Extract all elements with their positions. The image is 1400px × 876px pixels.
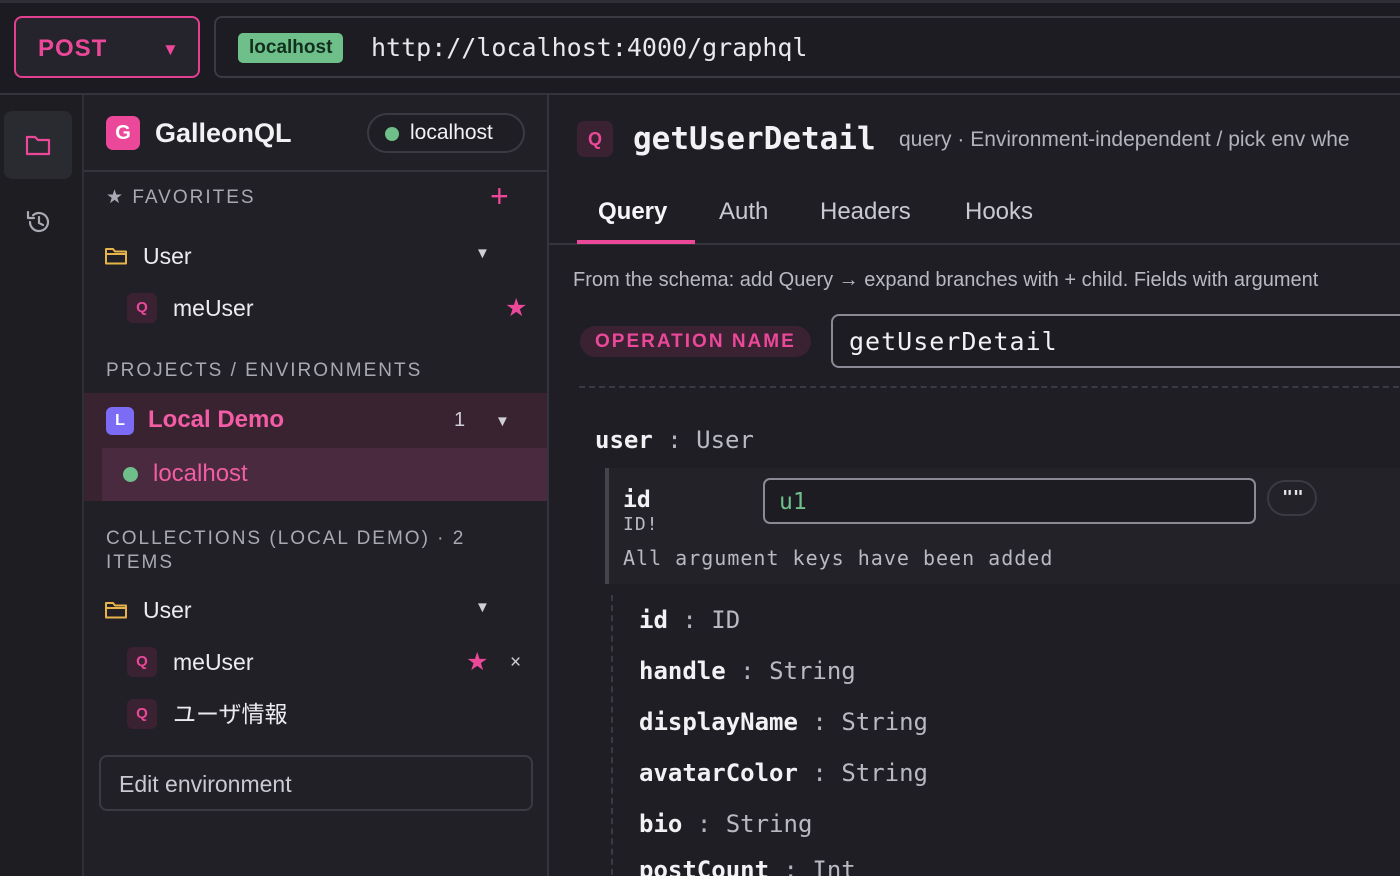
project-local-demo[interactable]: L Local Demo 1 ▼ localhost bbox=[84, 393, 547, 501]
schema-hint: From the schema: add Query → expand bran… bbox=[573, 269, 1319, 291]
collection-item-meuser[interactable]: Q meUser ★ × bbox=[84, 637, 547, 687]
divider bbox=[579, 386, 1400, 388]
collection-item-label: ユーザ情報 bbox=[173, 701, 288, 727]
tab-auth[interactable]: Auth bbox=[719, 197, 768, 227]
operation-name-value: getUserDetail bbox=[849, 327, 1058, 356]
collection-item-user-info[interactable]: Q ユーザ情報 bbox=[84, 689, 547, 739]
rail-collections-button[interactable] bbox=[4, 111, 72, 179]
history-icon bbox=[26, 210, 50, 233]
operation-meta: query · Environment-independent / pick e… bbox=[899, 128, 1350, 151]
child-fields: id : ID handle : String displayName : St… bbox=[611, 595, 1400, 876]
status-dot-icon bbox=[123, 467, 138, 482]
query-badge: Q bbox=[127, 293, 157, 323]
child-field-row[interactable]: handle : String bbox=[639, 656, 856, 686]
rail-history-button[interactable] bbox=[4, 187, 72, 255]
folder-icon bbox=[105, 248, 127, 265]
folder-icon bbox=[105, 602, 127, 619]
argument-panel: id ID! u1 "" All argument keys have been… bbox=[605, 468, 1400, 584]
field-name: user bbox=[595, 426, 653, 454]
star-filled-icon[interactable]: ★ bbox=[505, 293, 527, 323]
argument-type: ID! bbox=[623, 514, 659, 535]
field-separator: : bbox=[667, 426, 682, 454]
operation-header: Q getUserDetail query · Environment-inde… bbox=[577, 119, 1400, 159]
favorites-folder-user[interactable]: User ▼ bbox=[84, 231, 547, 281]
folder-label: User bbox=[143, 597, 192, 623]
environment-label: localhost bbox=[153, 460, 248, 487]
project-env-count: 1 bbox=[454, 409, 466, 431]
star-icon: ★ bbox=[106, 187, 126, 208]
favorites-title: ★ FAVORITES bbox=[106, 187, 256, 208]
query-badge: Q bbox=[127, 647, 157, 677]
child-field-row[interactable]: avatarColor : String bbox=[639, 758, 928, 788]
active-tab-indicator bbox=[577, 240, 695, 244]
operation-name-input[interactable]: getUserDetail bbox=[831, 314, 1400, 368]
argument-name: id bbox=[623, 487, 651, 513]
tab-headers[interactable]: Headers bbox=[820, 197, 911, 227]
tab-query[interactable]: Query bbox=[598, 197, 667, 227]
chevron-down-icon: ▼ bbox=[162, 40, 179, 59]
argument-value: u1 bbox=[779, 489, 807, 515]
argument-value-input[interactable]: u1 bbox=[763, 478, 1256, 524]
env-pill-label: localhost bbox=[410, 121, 493, 144]
query-badge: Q bbox=[127, 699, 157, 729]
argument-note: All argument keys have been added bbox=[623, 546, 1054, 570]
child-field-row[interactable]: id : ID bbox=[639, 605, 740, 635]
child-field-row[interactable]: postCount : Int bbox=[639, 855, 856, 876]
chevron-down-icon: ▼ bbox=[475, 245, 490, 262]
brand-header: G GalleonQL localhost bbox=[84, 95, 547, 172]
request-tabs: Query Auth Headers Hooks bbox=[549, 187, 1400, 245]
collections-title: COLLECTIONS (LOCAL DEMO) · 2 ITEMS bbox=[106, 528, 466, 573]
root-field-user[interactable]: user : User bbox=[595, 425, 754, 455]
sidebar: G GalleonQL localhost ★ FAVORITES + User… bbox=[84, 95, 549, 876]
close-icon[interactable]: × bbox=[510, 648, 521, 678]
favorite-item-meuser[interactable]: Q meUser ★ bbox=[84, 283, 547, 333]
collections-folder-user[interactable]: User ▼ bbox=[84, 585, 547, 635]
operation-name-label: OPERATION NAME bbox=[580, 326, 811, 357]
query-badge: Q bbox=[577, 121, 613, 157]
activity-rail bbox=[0, 95, 84, 876]
star-filled-icon[interactable]: ★ bbox=[466, 647, 488, 677]
chevron-down-icon: ▼ bbox=[475, 599, 490, 616]
child-field-row[interactable]: displayName : String bbox=[639, 707, 928, 737]
status-dot-icon bbox=[385, 127, 399, 141]
env-switcher-pill[interactable]: localhost bbox=[367, 113, 525, 153]
favorite-item-label: meUser bbox=[173, 295, 254, 321]
env-tag: localhost bbox=[238, 33, 344, 63]
chevron-down-icon: ▼ bbox=[495, 413, 510, 430]
app-logo: G bbox=[106, 116, 140, 150]
tab-hooks[interactable]: Hooks bbox=[965, 197, 1033, 227]
folder-label: User bbox=[143, 243, 192, 269]
url-text[interactable]: http://localhost:4000/graphql bbox=[371, 33, 808, 63]
add-favorite-button[interactable]: + bbox=[490, 180, 509, 212]
project-name: Local Demo bbox=[148, 406, 285, 433]
string-quote-toggle[interactable]: "" bbox=[1267, 480, 1317, 516]
collection-item-label: meUser bbox=[173, 649, 254, 675]
field-type: User bbox=[696, 426, 754, 454]
project-badge: L bbox=[106, 407, 134, 435]
folder-icon bbox=[25, 135, 51, 156]
request-bar: POST ▼ localhost http://localhost:4000/g… bbox=[0, 0, 1400, 95]
main-panel: Q getUserDetail query · Environment-inde… bbox=[549, 95, 1400, 876]
operation-title: getUserDetail bbox=[633, 121, 876, 157]
edit-environment-label: Edit environment bbox=[119, 771, 292, 797]
method-label: POST bbox=[38, 35, 108, 62]
app-name: GalleonQL bbox=[155, 118, 292, 148]
method-select[interactable]: POST ▼ bbox=[14, 16, 200, 78]
environment-localhost[interactable]: localhost bbox=[102, 448, 547, 501]
edit-environment-button[interactable]: Edit environment bbox=[99, 755, 533, 811]
projects-title: PROJECTS / ENVIRONMENTS bbox=[106, 360, 423, 381]
quote-icon: "" bbox=[1282, 487, 1304, 508]
url-input[interactable]: localhost http://localhost:4000/graphql bbox=[214, 16, 1400, 78]
child-field-row[interactable]: bio : String bbox=[639, 809, 812, 839]
